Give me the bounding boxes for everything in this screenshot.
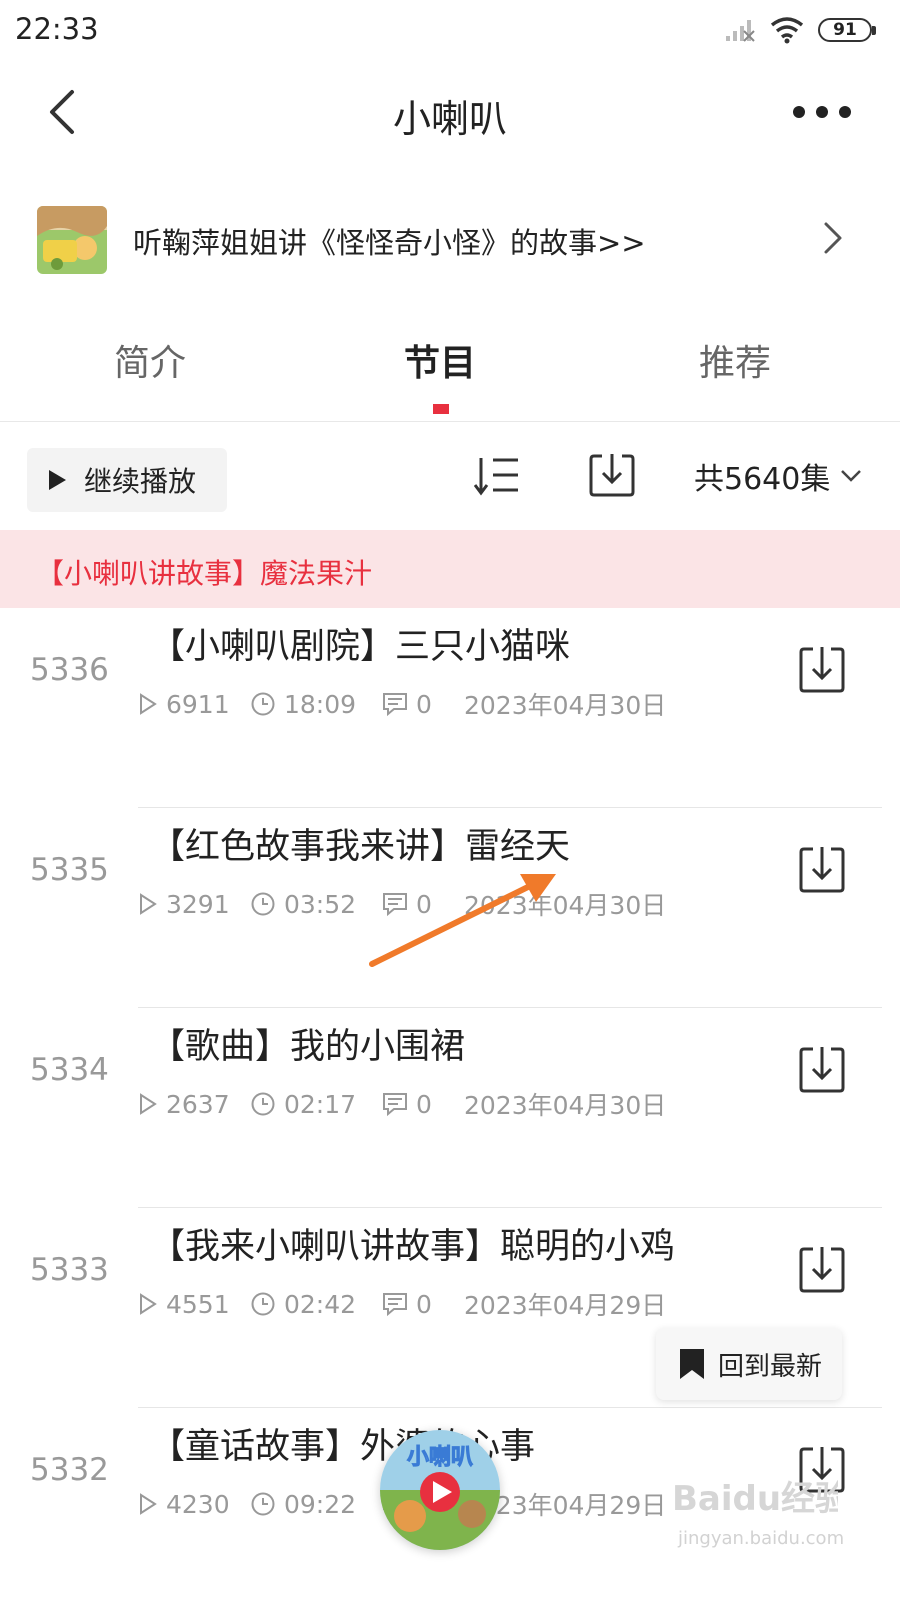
comment-icon: [383, 693, 407, 717]
cellular-signal-icon: [726, 20, 755, 42]
sort-order-icon[interactable]: [474, 454, 520, 498]
episode-number: 5332: [30, 1452, 109, 1488]
page-title: 小喇叭: [392, 97, 507, 141]
episode-duration: 03:52: [284, 889, 357, 919]
clock-icon: [251, 1092, 275, 1116]
play-count-icon: [140, 693, 157, 715]
promo-cover-image: [37, 206, 107, 274]
episode-meta: 2637 02:17 0 2023年04月30日: [138, 1086, 666, 1122]
more-options-icon[interactable]: [790, 94, 854, 130]
continue-play-label: 继续播放: [84, 465, 197, 498]
nav-bar: 小喇叭: [0, 62, 900, 162]
episode-number: 5334: [30, 1052, 109, 1088]
tab-episodes[interactable]: 节目: [290, 334, 590, 386]
clock-icon: [251, 1292, 275, 1316]
status-bar: 22:33 91: [0, 0, 900, 62]
annotation-arrow-icon: [369, 874, 556, 967]
clock-icon: [251, 892, 275, 916]
publish-date: 2023年04月29日: [464, 1291, 667, 1320]
play-count: 6911: [166, 689, 230, 719]
episode-number: 5336: [30, 652, 109, 688]
episode-title: 【小喇叭剧院】三只小猫咪: [150, 627, 571, 667]
wifi-icon: [770, 17, 804, 44]
play-count: 4230: [166, 1489, 230, 1519]
episode-number: 5335: [30, 852, 109, 888]
continue-play-button[interactable]: 继续播放: [27, 448, 227, 512]
episode-row[interactable]: 5334 【歌曲】我的小围裙 2637 02:17 0 2023年04月30日: [0, 1008, 900, 1208]
episode-duration: 18:09: [284, 689, 357, 719]
play-count-icon: [140, 1293, 157, 1315]
tab-bar: 简介 节目 推荐: [0, 320, 900, 422]
download-icon[interactable]: [798, 1044, 846, 1094]
play-count-icon: [140, 893, 157, 915]
episode-duration: 02:42: [284, 1289, 357, 1319]
download-icon[interactable]: [798, 844, 846, 894]
episode-count-selector[interactable]: 共5640集: [694, 454, 862, 498]
episode-row[interactable]: 5336 【小喇叭剧院】三只小猫咪 6911 18:09 0 2023年04月3…: [0, 608, 900, 808]
active-tab-indicator: [433, 404, 449, 414]
back-to-latest-label: 回到最新: [718, 1351, 823, 1382]
episode-meta: 6911 18:09 0 2023年04月30日: [138, 686, 666, 722]
comment-count: 0: [416, 1289, 432, 1319]
promo-thumbnail: [37, 206, 107, 274]
svg-text:Baidu经验: Baidu经验: [672, 1479, 838, 1519]
promo-text: 听鞠萍姐姐讲《怪怪奇小怪》的故事>>: [133, 226, 646, 260]
download-icon[interactable]: [798, 644, 846, 694]
clock-icon: [251, 692, 275, 716]
episode-duration: 09:22: [284, 1489, 357, 1519]
mini-player-cover: 小喇叭: [380, 1430, 500, 1550]
publish-date: 2023年04月30日: [464, 691, 667, 720]
comment-icon: [383, 1293, 407, 1317]
publish-date: 2023年04月30日: [464, 1091, 667, 1120]
watermark-url: jingyan.baidu.com: [678, 1528, 845, 1549]
status-icons: 91: [724, 14, 876, 46]
chevron-down-icon: [841, 470, 862, 482]
episode-meta: 4551 02:42 0 2023年04月29日: [138, 1286, 666, 1322]
play-icon: [49, 470, 66, 490]
play-count-icon: [140, 1493, 157, 1515]
now-playing-banner[interactable]: 【小喇叭讲故事】魔法果汁: [0, 530, 900, 608]
bookmark-icon: [680, 1349, 704, 1379]
episode-title: 【歌曲】我的小围裙: [150, 1027, 466, 1067]
comment-count: 0: [416, 689, 432, 719]
mini-player[interactable]: 小喇叭: [380, 1430, 500, 1550]
batch-download-icon[interactable]: [588, 450, 636, 498]
promo-link[interactable]: 听鞠萍姐姐讲《怪怪奇小怪》的故事>>: [0, 200, 900, 276]
episode-number: 5333: [30, 1252, 109, 1288]
back-to-latest-button[interactable]: 回到最新: [656, 1328, 842, 1400]
chevron-right-icon: [824, 222, 842, 254]
play-count-icon: [140, 1093, 157, 1115]
play-count: 2637: [166, 1089, 230, 1119]
comment-icon: [383, 1093, 407, 1117]
comment-count: 0: [416, 1089, 432, 1119]
episode-toolbar: 继续播放 共5640集: [0, 422, 900, 530]
play-count: 4551: [166, 1289, 230, 1319]
episode-duration: 02:17: [284, 1089, 357, 1119]
status-time: 22:33: [15, 12, 99, 46]
tab-recommend[interactable]: 推荐: [585, 334, 885, 386]
battery-indicator: 91: [818, 18, 876, 42]
tab-intro[interactable]: 简介: [0, 334, 300, 386]
mini-player-label: 小喇叭: [407, 1445, 473, 1470]
download-icon[interactable]: [798, 1244, 846, 1294]
episode-count-label: 共5640集: [694, 462, 831, 497]
clock-icon: [251, 1492, 275, 1516]
play-count: 3291: [166, 889, 230, 919]
now-playing-text: 【小喇叭讲故事】魔法果汁: [36, 557, 373, 590]
episode-title: 【我来小喇叭讲故事】聪明的小鸡: [150, 1227, 676, 1267]
